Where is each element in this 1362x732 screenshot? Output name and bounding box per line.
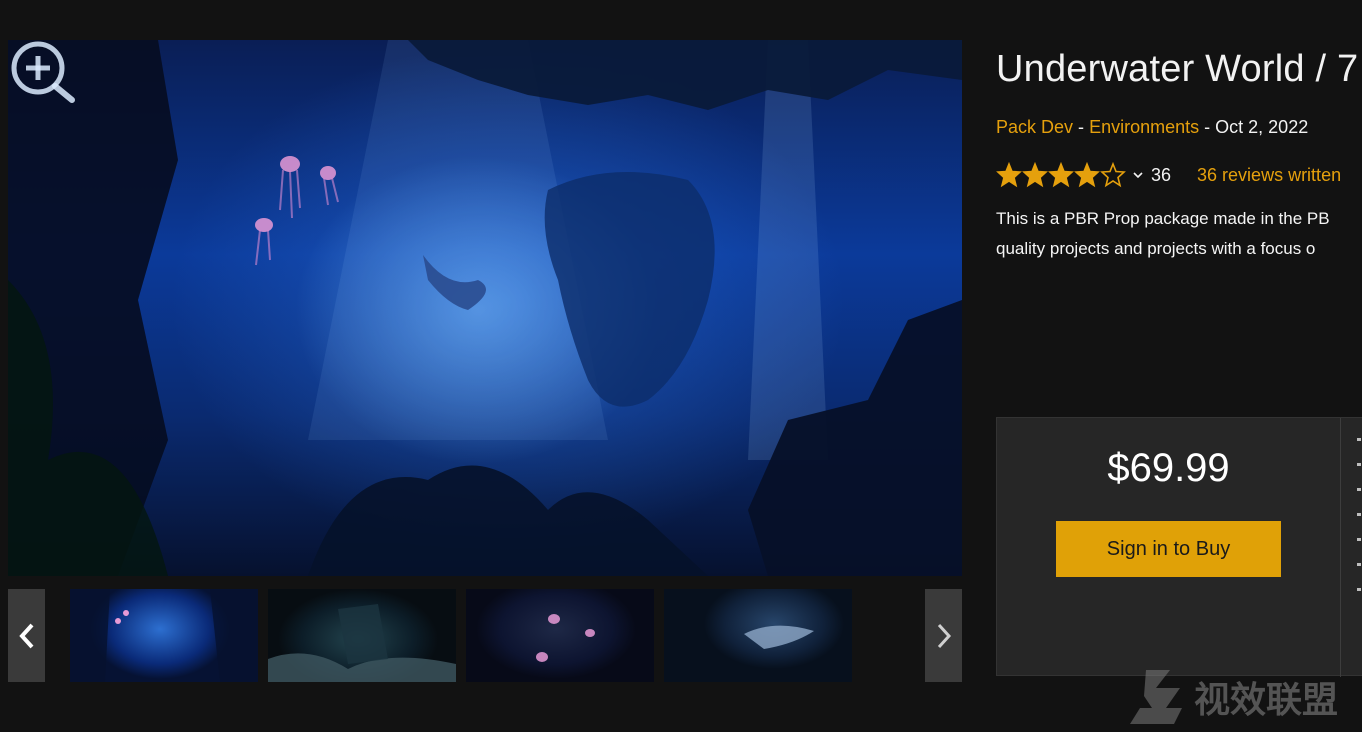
gallery-prev-button[interactable]	[8, 589, 45, 682]
watermark: 视效联盟	[1126, 668, 1338, 726]
star-filled-icon	[996, 162, 1022, 188]
chevron-left-icon	[18, 623, 33, 648]
thumbnail-strip	[8, 589, 962, 682]
category-link[interactable]: Environments	[1089, 117, 1199, 137]
star-filled-icon	[1022, 162, 1048, 188]
main-gallery-image[interactable]	[8, 40, 962, 576]
product-title: Underwater World / 7	[996, 48, 1359, 90]
chevron-right-icon	[937, 623, 951, 648]
zoom-in-icon[interactable]	[8, 40, 78, 104]
meta-separator: -	[1078, 117, 1085, 137]
release-date: Oct 2, 2022	[1215, 117, 1309, 137]
product-meta: Pack Dev - Environments - Oct 2, 2022	[996, 117, 1308, 138]
watermark-logo-icon	[1130, 670, 1182, 724]
star-empty-icon	[1100, 162, 1126, 188]
rating-row: 36 36 reviews written	[996, 160, 1341, 190]
gallery-thumbnail[interactable]	[268, 589, 456, 682]
star-filled-icon	[1074, 162, 1100, 188]
gallery-thumbnail[interactable]	[664, 589, 852, 682]
description-line: This is a PBR Prop package made in the P…	[996, 209, 1330, 228]
watermark-text: 视效联盟	[1194, 679, 1339, 721]
reviews-link[interactable]: 36 reviews written	[1197, 165, 1341, 186]
gallery-next-button[interactable]	[925, 589, 962, 682]
thumbnail-image	[744, 625, 814, 649]
side-column-edge	[1357, 438, 1362, 613]
price: $69.99	[1107, 446, 1230, 490]
gallery-thumbnail[interactable]	[70, 589, 258, 682]
thumbnail-image	[70, 589, 258, 682]
rating-count: 36	[1151, 164, 1172, 185]
gallery-thumbnail[interactable]	[466, 589, 654, 682]
panel-divider	[1340, 418, 1341, 677]
meta-separator: -	[1204, 117, 1211, 137]
star-rating[interactable]	[996, 162, 1126, 188]
star-filled-icon	[1048, 162, 1074, 188]
purchase-panel: $69.99 Sign in to Buy	[996, 417, 1362, 677]
publisher-link[interactable]: Pack Dev	[996, 117, 1073, 137]
underwater-scene-image	[8, 40, 962, 576]
chevron-down-icon[interactable]	[1132, 169, 1144, 181]
sign-in-to-buy-button[interactable]: Sign in to Buy	[1056, 521, 1281, 577]
product-description: This is a PBR Prop package made in the P…	[996, 204, 1362, 264]
thumbnail-image	[268, 604, 456, 682]
description-line: quality projects and projects with a foc…	[996, 239, 1316, 258]
thumbnail-image	[536, 614, 595, 662]
